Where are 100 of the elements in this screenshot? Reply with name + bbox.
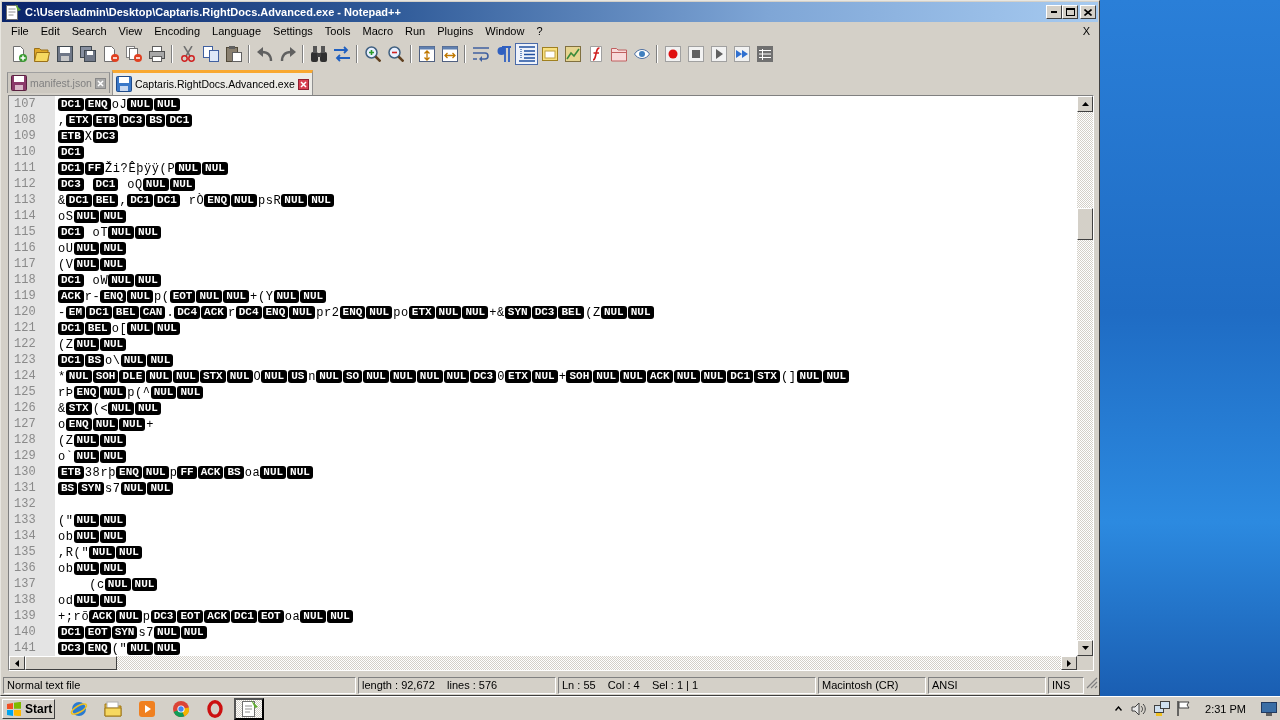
maximize-button[interactable] — [1062, 5, 1078, 19]
control-character: DC3 — [58, 177, 84, 191]
control-character: NUL — [196, 289, 223, 303]
code-text: o\ — [105, 353, 121, 368]
control-character: NUL — [73, 241, 100, 255]
control-character: DC3 — [119, 113, 146, 127]
line-number: 114 — [14, 208, 36, 224]
minimize-icon — [1051, 11, 1057, 13]
control-character: ENQ — [84, 641, 111, 655]
control-character: NUL — [308, 193, 334, 207]
line-number: 120 — [14, 304, 36, 320]
menu-item[interactable]: Window — [479, 23, 531, 40]
clock[interactable]: 2:31 PM — [1205, 702, 1246, 715]
menu-item[interactable]: View — [112, 23, 149, 40]
menu-item[interactable]: Encoding — [148, 23, 207, 40]
control-character: ACK — [58, 289, 84, 303]
undo-icon — [256, 45, 273, 62]
control-character: ENQ — [65, 417, 92, 431]
scroll-down-button[interactable] — [1077, 640, 1093, 656]
network-icon[interactable] — [1154, 700, 1171, 717]
frame-icon — [541, 45, 558, 62]
control-character: SYN — [111, 625, 138, 639]
flag-icon[interactable] — [1177, 701, 1191, 716]
menu-item[interactable]: Run — [399, 23, 432, 40]
scrollbar-thumb[interactable] — [25, 656, 117, 670]
menu-item[interactable]: Plugins — [431, 23, 480, 40]
menu-item[interactable]: ? — [530, 23, 549, 40]
control-character: ENQ — [100, 289, 127, 303]
code-text: (Z — [58, 337, 74, 352]
control-character: NUL — [100, 257, 127, 271]
menu-item[interactable]: Settings — [267, 23, 319, 40]
control-character: NUL — [823, 369, 850, 383]
code-text: (Z — [58, 433, 74, 448]
menu-item[interactable]: Macro — [356, 23, 400, 40]
line-number: 141 — [14, 640, 36, 656]
control-character: NUL — [287, 465, 313, 479]
minimize-button[interactable] — [1046, 5, 1062, 19]
control-character: NUL — [443, 369, 470, 383]
scrollbar-thumb[interactable] — [1077, 208, 1093, 240]
folder-outline-icon — [610, 45, 627, 62]
monitor-icon[interactable] — [1261, 701, 1277, 716]
control-character: NUL — [154, 641, 180, 655]
code-text: ob — [58, 529, 74, 544]
printer-icon — [148, 45, 165, 62]
play-icon — [710, 45, 727, 62]
indent-guide-icon — [518, 45, 535, 62]
speaker-icon[interactable] — [1131, 701, 1148, 716]
cursor-position-status: Ln : 55 Col : 4 Sel : 1 | 1 — [558, 677, 816, 694]
control-character: DC1 — [58, 97, 84, 111]
code-text: X — [84, 129, 93, 144]
resize-grip-icon[interactable] — [1086, 677, 1098, 689]
start-button[interactable]: Start — [2, 698, 55, 719]
control-character: NUL — [65, 369, 92, 383]
menu-item[interactable]: Search — [65, 23, 113, 40]
code-text: (] — [780, 369, 797, 384]
control-character: NUL — [389, 369, 416, 383]
flag-logo-icon — [6, 701, 22, 716]
control-character: STX — [754, 369, 780, 383]
code-text: rÒ — [188, 192, 205, 208]
folder-icon — [33, 45, 50, 62]
control-character: NUL — [796, 369, 823, 383]
control-character: NUL — [593, 369, 620, 383]
control-character: NUL — [108, 273, 135, 287]
scroll-right-button[interactable] — [1061, 656, 1077, 670]
close-icon[interactable] — [297, 78, 309, 90]
close-document-button[interactable]: X — [1074, 23, 1098, 40]
control-character: NUL — [108, 225, 135, 239]
control-character: BEL — [92, 193, 119, 207]
horizontal-scrollbar[interactable] — [9, 656, 1077, 670]
file-tab[interactable]: Captaris.RightDocs.Advanced.exe — [111, 70, 313, 95]
control-character: NUL — [462, 305, 489, 319]
code-text: & — [58, 401, 66, 416]
indent-guide-button[interactable] — [515, 42, 538, 65]
menu-item[interactable]: Tools — [318, 23, 357, 40]
control-character: ETB — [58, 129, 84, 143]
code-text: po — [393, 305, 409, 320]
control-character: ENQ — [262, 305, 289, 319]
control-character: DC1 — [65, 193, 92, 207]
control-character: NUL — [100, 209, 127, 223]
close-button[interactable] — [1080, 5, 1096, 19]
control-character: NUL — [316, 369, 342, 383]
code-text: 0 — [497, 369, 506, 384]
code-text: oJ — [111, 97, 128, 112]
notepad-taskbar-button[interactable] — [234, 697, 264, 720]
control-character: NUL — [127, 641, 154, 655]
code-text: n — [308, 369, 317, 384]
scroll-left-button[interactable] — [9, 656, 25, 670]
menu-item[interactable]: File — [5, 23, 35, 40]
scroll-up-button[interactable] — [1077, 96, 1093, 112]
line-number: 112 — [14, 176, 36, 192]
menu-item[interactable]: Language — [206, 23, 268, 40]
control-character: ENQ — [339, 305, 366, 319]
menu-item[interactable]: Edit — [34, 23, 66, 40]
control-character: STX — [65, 401, 92, 415]
code-text: oS — [58, 209, 74, 224]
control-character: DC4 — [235, 305, 262, 319]
line-number: 109 — [14, 128, 36, 144]
line-number: 139 — [14, 608, 36, 624]
vertical-scrollbar[interactable] — [1077, 96, 1093, 656]
control-character: NUL — [261, 369, 288, 383]
